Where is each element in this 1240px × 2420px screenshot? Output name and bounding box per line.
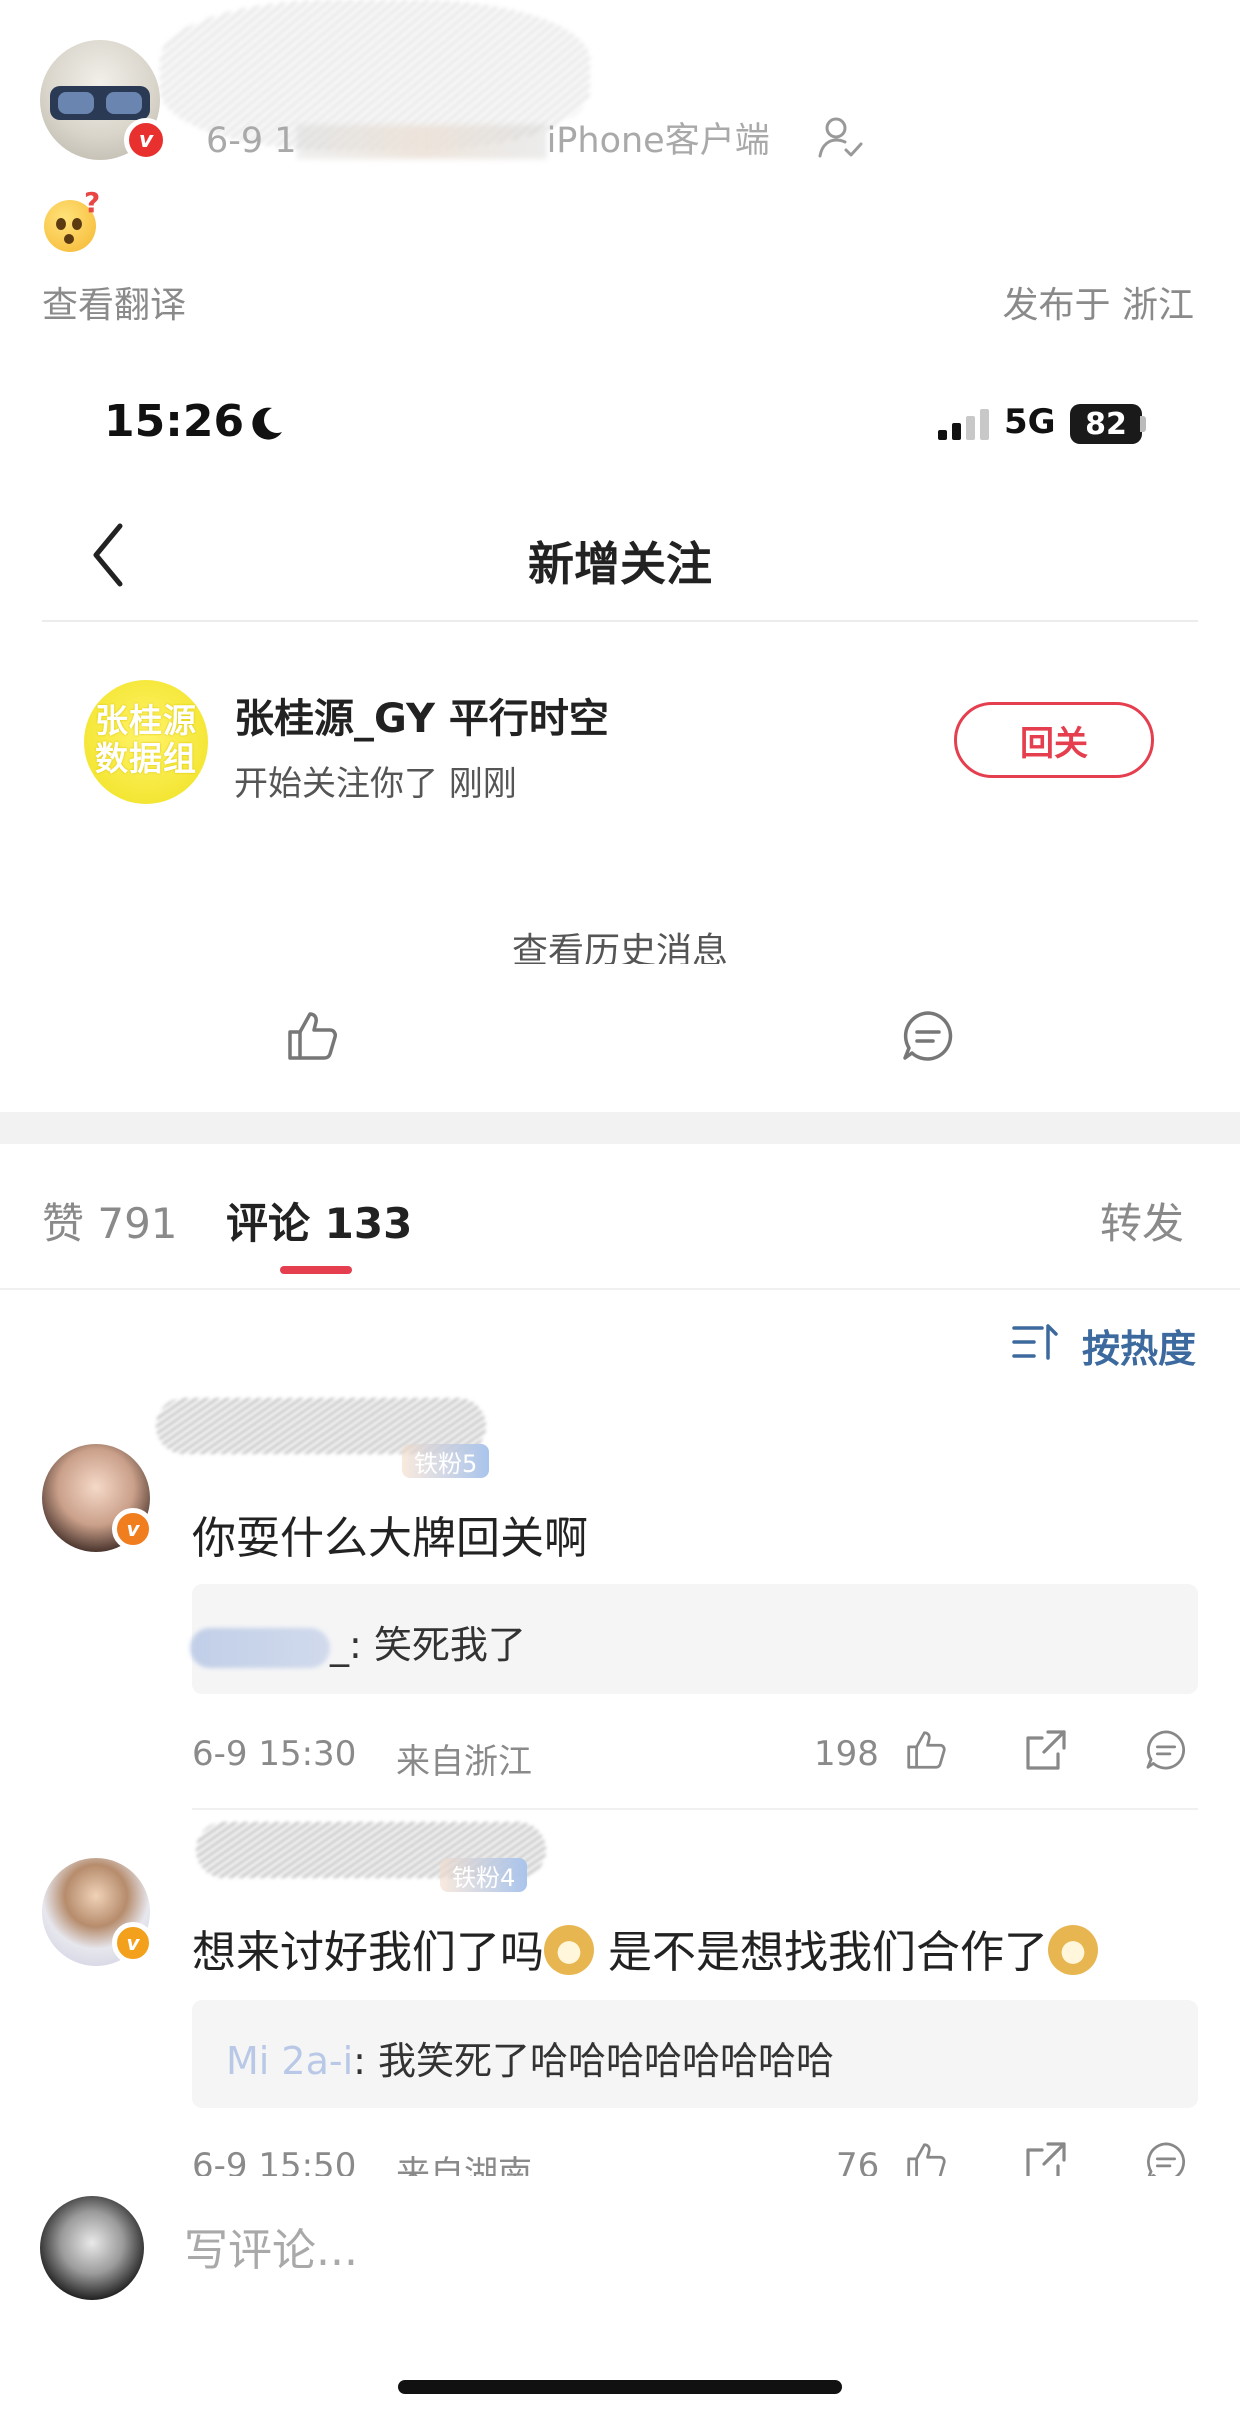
reply-name-visible: _ [330, 1623, 349, 1667]
follower-subtitle: 开始关注你了 刚刚 [234, 764, 517, 804]
title-divider [42, 620, 1198, 622]
person-check-icon[interactable] [816, 114, 864, 160]
post-source: iPhone客户端 [546, 121, 770, 161]
status-time: 15:26 [104, 396, 245, 447]
comment-text-part-1: 想来讨好我们了吗 [192, 1927, 544, 1978]
reply-name-visible: Mi 2a-i [226, 2039, 354, 2083]
follow-back-button[interactable]: 回关 [954, 702, 1154, 778]
verified-badge-icon: v [124, 118, 168, 162]
sort-icon[interactable] [1012, 1322, 1058, 1362]
like-icon[interactable] [284, 1008, 340, 1064]
reply-content: _: 笑死我了 [190, 1614, 526, 1669]
signal-icon [938, 409, 989, 440]
post-time-partial: 6-9 1 [206, 121, 297, 161]
doge-emoji-icon [1048, 1925, 1098, 1975]
home-indicator[interactable] [398, 2380, 842, 2394]
verified-badge-icon: v [112, 1508, 154, 1550]
sort-by-heat[interactable]: 按热度 [1082, 1318, 1196, 1373]
tab-reposts[interactable]: 转发 [1100, 1190, 1184, 1251]
comment-time: 6-9 15:30 [192, 1734, 357, 1774]
redacted-meta [296, 125, 547, 159]
confused-emoji-icon: ? [44, 186, 100, 252]
follower-name[interactable]: 张桂源_GY 平行时空 [234, 686, 609, 744]
post-meta: 6-9 1 iPhone客户端 [206, 112, 770, 163]
comment-divider [192, 1808, 1198, 1810]
fan-badge: 铁粉4 [440, 1858, 528, 1892]
avatar-glasses-graphic [50, 86, 150, 120]
follower-avatar-text: 张桂源 数据组 [95, 701, 197, 778]
verified-badge-icon: v [112, 1922, 154, 1964]
fan-badge: 铁粉5 [402, 1444, 490, 1478]
view-history-link[interactable]: 查看历史消息 [0, 924, 1240, 964]
comment-like-count: 198 [814, 1734, 879, 1774]
my-avatar [40, 2196, 144, 2300]
follower-avatar[interactable]: 张桂源 数据组 [84, 680, 208, 804]
like-icon[interactable] [904, 1728, 948, 1772]
comment-text: 你耍什么大牌回关啊 [192, 1513, 588, 1564]
moon-icon [252, 407, 282, 440]
active-tab-indicator [280, 1266, 352, 1274]
comment-icon[interactable] [900, 1008, 956, 1064]
doge-emoji-icon [544, 1925, 594, 1975]
comment-input[interactable] [184, 2218, 1084, 2282]
page-title: 新增关注 [528, 537, 712, 591]
comment-icon[interactable] [1144, 1728, 1188, 1772]
tab-comments[interactable]: 评论 133 [226, 1190, 412, 1251]
comment-text: 想来讨好我们了吗 是不是想找我们合作了 [192, 1916, 1098, 1980]
comment-text-part-2: 是不是想找我们合作了 [594, 1927, 1048, 1978]
published-location: 发布于 浙江 [1002, 285, 1194, 326]
translate-link[interactable]: 查看翻译 [42, 276, 186, 328]
redacted-reply-name [190, 1627, 330, 1668]
comment-location: 来自浙江 [396, 1742, 532, 1782]
reply-text: : 笑死我了 [349, 1623, 526, 1667]
battery-level: 82 [1070, 404, 1142, 444]
battery-cap [1140, 416, 1146, 432]
share-icon[interactable] [1024, 1728, 1068, 1772]
reply-text: : 我笑死了哈哈哈哈哈哈哈哈 [353, 2039, 835, 2083]
tab-likes[interactable]: 赞 791 [42, 1190, 178, 1251]
section-separator [0, 1112, 1240, 1144]
network-type: 5G [1004, 402, 1056, 442]
tabs-divider [0, 1288, 1240, 1290]
reply-content: Mi 2a-i: 我笑死了哈哈哈哈哈哈哈哈 [226, 2030, 834, 2085]
